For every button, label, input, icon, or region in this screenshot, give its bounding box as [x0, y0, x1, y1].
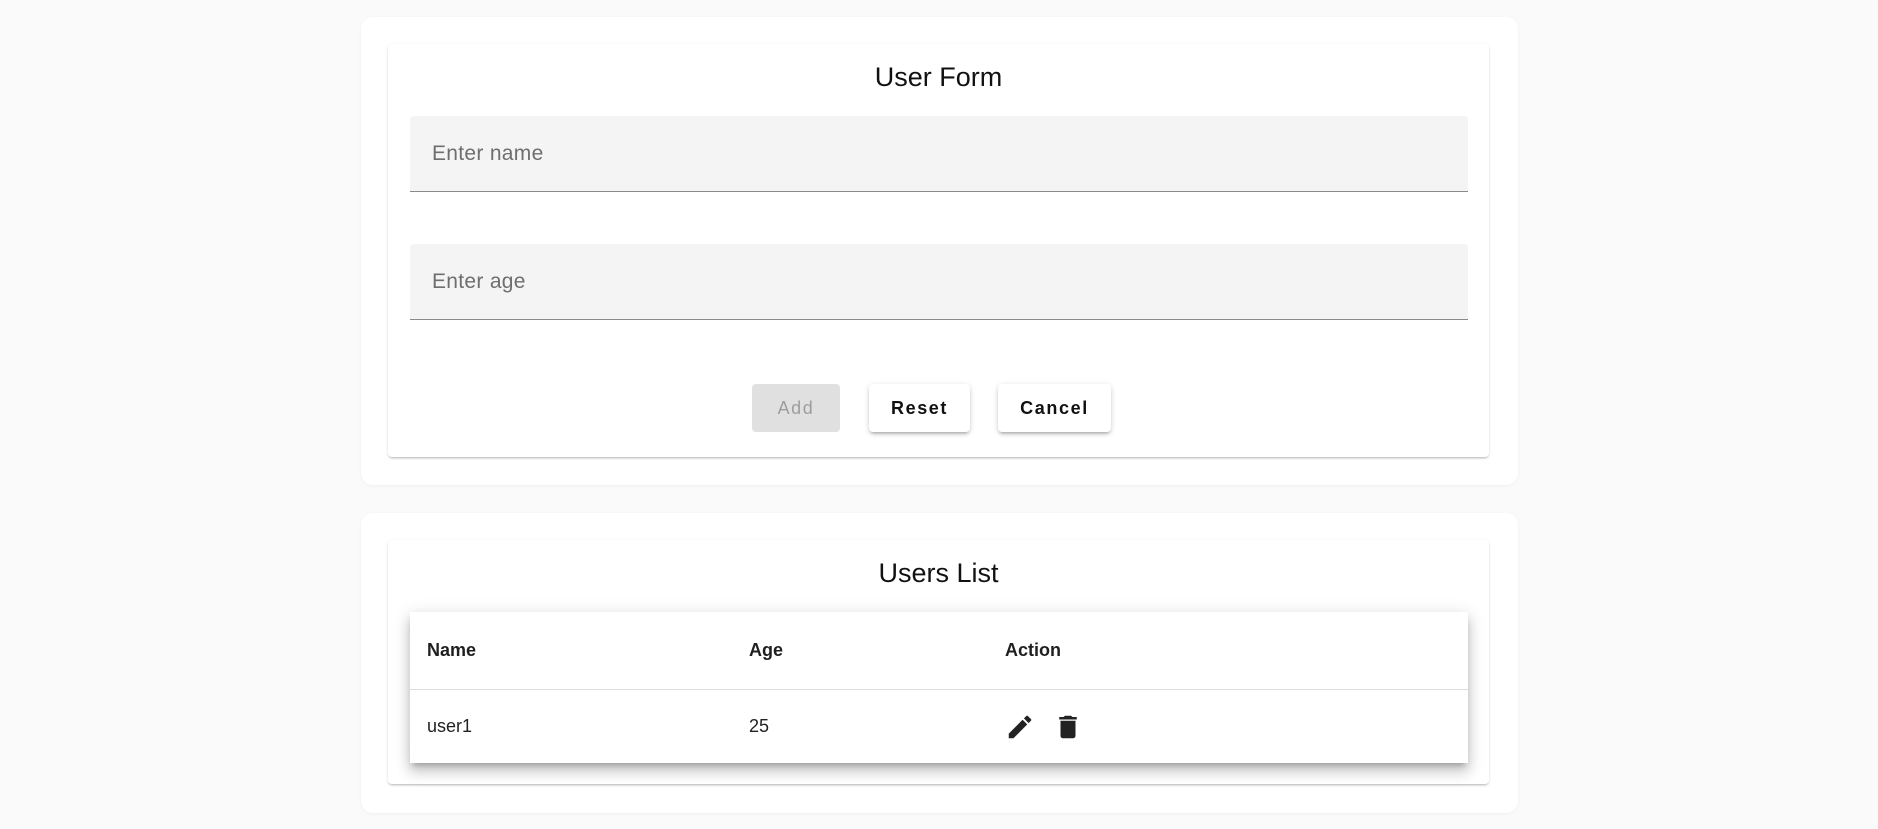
delete-icon[interactable]	[1053, 712, 1083, 742]
cancel-button[interactable]: Cancel	[998, 384, 1111, 432]
users-table: Name Age Action user1 25	[410, 612, 1468, 763]
users-list-container: Users List Name Age Action user1 25	[361, 513, 1518, 813]
user-action-cell	[988, 690, 1468, 764]
age-input[interactable]	[432, 244, 1452, 319]
user-name-cell: user1	[427, 716, 473, 736]
user-form-container: User Form Add Reset Cancel	[361, 17, 1518, 485]
column-header-age: Age	[732, 612, 988, 690]
add-button[interactable]: Add	[752, 384, 840, 432]
edit-icon[interactable]	[1005, 712, 1035, 742]
table-row: user1 25	[410, 690, 1468, 764]
name-field[interactable]	[410, 116, 1468, 192]
column-header-name: Name	[410, 612, 732, 690]
user-age-cell: 25	[749, 716, 770, 736]
reset-button[interactable]: Reset	[869, 384, 970, 432]
user-form-title: User Form	[874, 62, 1003, 92]
age-field[interactable]	[410, 244, 1468, 320]
name-input[interactable]	[432, 116, 1452, 191]
column-header-action: Action	[988, 612, 1468, 690]
users-list-card: Users List Name Age Action user1 25	[388, 540, 1489, 784]
table-header-row: Name Age Action	[410, 612, 1468, 690]
users-list-title: Users List	[878, 558, 999, 588]
user-form-card: User Form Add Reset Cancel	[388, 44, 1489, 457]
